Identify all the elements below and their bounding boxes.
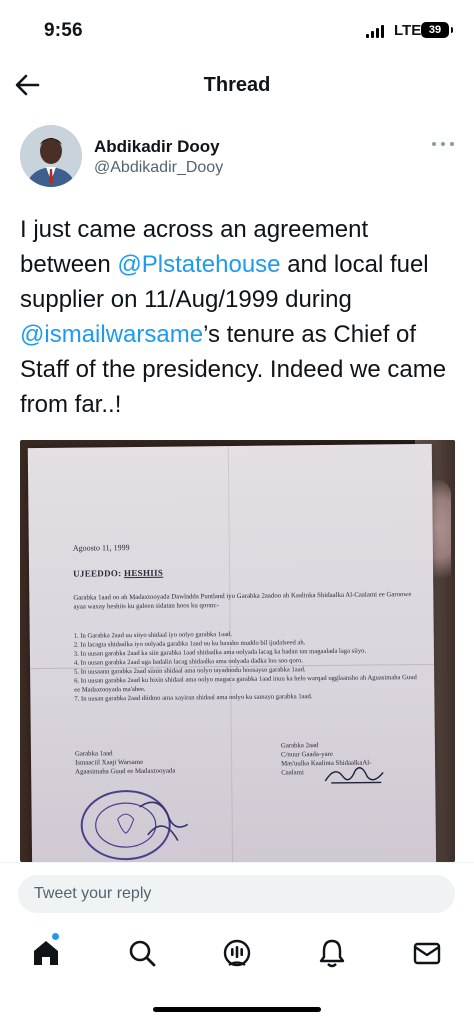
tweet-photo[interactable]: Agoosto 11, 1999 UJEEDDO: HESHIIS Garabk…	[20, 440, 455, 862]
subject-prefix: UJEEDDO:	[73, 568, 125, 579]
document-subject: UJEEDDO: HESHIIS	[73, 568, 163, 579]
status-time: 9:56	[44, 20, 83, 41]
page-title: Thread	[203, 74, 271, 96]
signal-icon	[366, 25, 386, 38]
thread-header: Thread	[0, 60, 474, 110]
battery-icon: 39	[421, 22, 453, 38]
spaces-icon[interactable]	[220, 936, 254, 970]
bottom-tab-bar	[0, 928, 474, 978]
notification-dot	[52, 933, 59, 940]
document-date: Agoosto 11, 1999	[72, 543, 130, 553]
signature-block-left: Garabka 1aad Ismaaciil Xaaji Warsame Aga…	[75, 749, 175, 777]
document-intro: Garabka 1aad oo ah Madaxtooyada Dawladda…	[73, 591, 412, 611]
home-icon[interactable]	[29, 936, 63, 970]
tweet-text: I just came across an agreement between …	[20, 212, 460, 422]
home-indicator	[153, 1007, 321, 1012]
more-horizontal-icon[interactable]	[432, 138, 454, 150]
mention-link[interactable]: @Plstatehouse	[117, 251, 280, 278]
document-terms: 1. In Garabka 2aad uu siiyo shidaal iyo …	[74, 628, 425, 704]
notifications-icon[interactable]	[315, 936, 349, 970]
document-paper: Agoosto 11, 1999 UJEEDDO: HESHIIS Garabk…	[27, 443, 437, 862]
signature-mark	[324, 767, 384, 784]
status-bar: 9:56 LTE 39	[0, 0, 474, 60]
subject-text: HESHIIS	[123, 567, 164, 579]
official-stamp	[80, 790, 189, 861]
messages-icon[interactable]	[410, 936, 444, 970]
search-icon[interactable]	[125, 936, 159, 970]
network-label: LTE	[394, 22, 422, 39]
author-handle[interactable]: @Abdikadir_Dooy	[94, 159, 223, 177]
reply-input[interactable]	[18, 875, 455, 913]
mention-link[interactable]: @ismailwarsame	[20, 321, 203, 348]
avatar[interactable]	[20, 125, 82, 187]
author-name[interactable]: Abdikadir Dooy	[94, 137, 220, 157]
sig-left-line: Agaasimaha Guud ee Madaxtooyada	[75, 767, 176, 776]
divider	[0, 862, 474, 863]
